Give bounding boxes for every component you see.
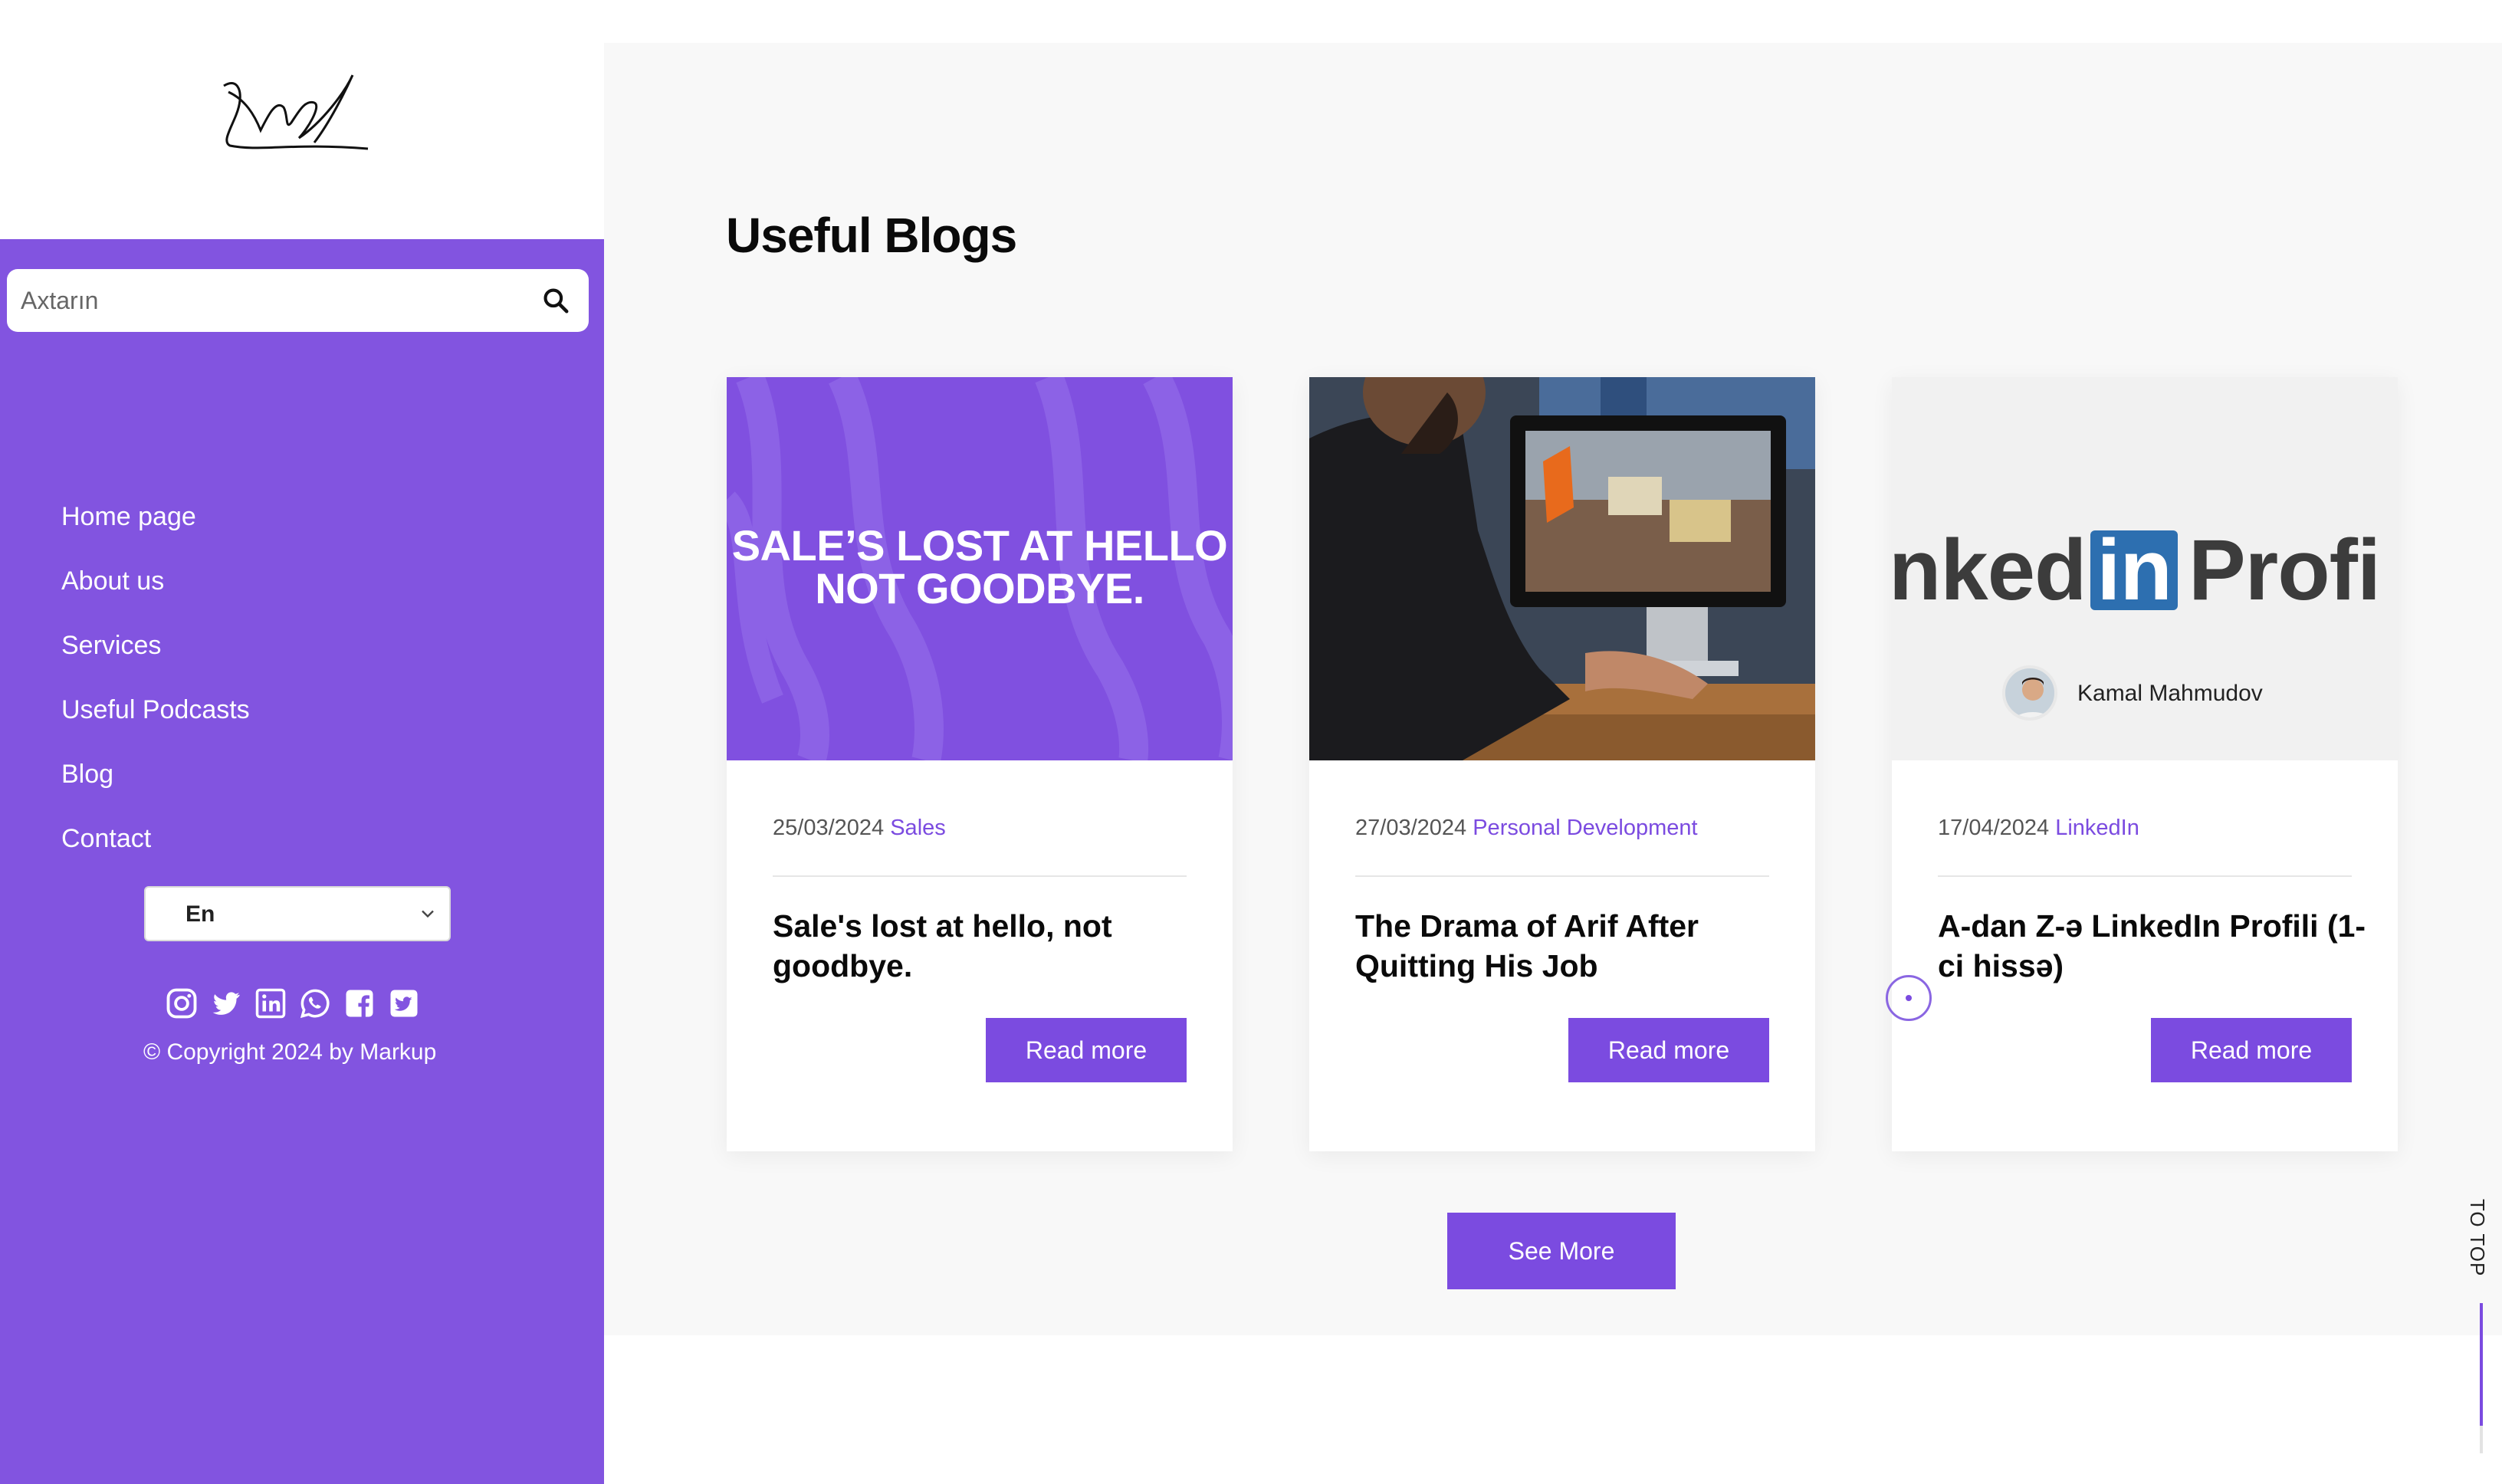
blog-card[interactable]: 27/03/2024 Personal Development The Dram… bbox=[1309, 377, 1815, 1151]
blog-card-title[interactable]: The Drama of Arif After Quitting His Job bbox=[1355, 906, 1785, 986]
signature-logo[interactable] bbox=[215, 69, 383, 161]
read-more-button[interactable]: Read more bbox=[2151, 1018, 2352, 1082]
blog-card[interactable]: SALE’S LOST AT HELLO NOT GOODBYE. 25/03/… bbox=[727, 377, 1233, 1151]
page-title: Useful Blogs bbox=[726, 208, 1017, 263]
blog-card-image[interactable]: SALE’S LOST AT HELLO NOT GOODBYE. bbox=[727, 377, 1233, 760]
nav-item-blog[interactable]: Blog bbox=[61, 749, 250, 813]
search-icon[interactable] bbox=[541, 286, 570, 315]
banner-text-left: nked bbox=[1892, 522, 2087, 618]
avatar bbox=[2002, 665, 2057, 721]
blog-card-category[interactable]: Sales bbox=[890, 816, 946, 840]
blog-card-category[interactable]: Personal Development bbox=[1473, 816, 1697, 840]
blog-card-date: 27/03/2024 bbox=[1355, 816, 1467, 840]
nav-item-services[interactable]: Services bbox=[61, 620, 250, 685]
blog-card-image-caption: SALE’S LOST AT HELLO NOT GOODBYE. bbox=[727, 524, 1233, 610]
copyright-brand-link[interactable]: Markup bbox=[360, 1039, 436, 1065]
banner-text-right: Profi bbox=[2188, 522, 2381, 618]
blog-card-meta: 27/03/2024 Personal Development bbox=[1355, 816, 1698, 841]
nav-item-contact[interactable]: Contact bbox=[61, 813, 250, 878]
author-name: Kamal Mahmudov bbox=[2077, 681, 2263, 706]
nav-item-home[interactable]: Home page bbox=[61, 491, 250, 556]
logo-area bbox=[0, 0, 604, 239]
copyright: © Copyright 2024 by Markup bbox=[143, 1039, 436, 1065]
whatsapp-icon[interactable] bbox=[299, 987, 331, 1019]
image-caption-line1: SALE’S LOST AT HELLO bbox=[731, 521, 1228, 570]
scroll-progress-track bbox=[2480, 1426, 2483, 1453]
twitter-square-icon[interactable] bbox=[388, 987, 420, 1019]
read-more-button[interactable]: Read more bbox=[986, 1018, 1187, 1082]
blog-card-title[interactable]: Sale's lost at hello, not goodbye. bbox=[773, 906, 1202, 986]
scroll-progress-bar bbox=[2480, 1303, 2483, 1426]
nav-item-about[interactable]: About us bbox=[61, 556, 250, 620]
facebook-icon[interactable] bbox=[343, 987, 376, 1019]
sidebar: Home page About us Services Useful Podca… bbox=[0, 0, 604, 1484]
language-selected: En bbox=[186, 901, 215, 927]
blog-card-date: 17/04/2024 bbox=[1938, 816, 2050, 840]
linkedin-icon[interactable] bbox=[254, 987, 287, 1019]
sidebar-nav: Home page About us Services Useful Podca… bbox=[61, 491, 250, 878]
linkedin-banner-text: nked in Profi bbox=[1892, 527, 2381, 613]
blog-card-image[interactable]: nked in Profi Kamal Mahmudov bbox=[1892, 377, 2398, 760]
search-box bbox=[7, 269, 589, 332]
blog-card-meta: 25/03/2024 Sales bbox=[773, 816, 946, 841]
blog-card-meta: 17/04/2024 LinkedIn bbox=[1938, 816, 2139, 841]
divider bbox=[1938, 875, 2352, 877]
instagram-icon[interactable] bbox=[166, 987, 198, 1019]
chevron-down-icon bbox=[422, 910, 434, 918]
see-more-button[interactable]: See More bbox=[1447, 1213, 1676, 1289]
copyright-text: © Copyright 2024 by bbox=[143, 1039, 360, 1065]
search-input[interactable] bbox=[21, 269, 527, 332]
blog-card-date: 25/03/2024 bbox=[773, 816, 885, 840]
to-top-link[interactable]: TO TOP bbox=[2465, 1199, 2489, 1276]
blog-card-title[interactable]: A-dan Z-ə LinkedIn Profili (1-ci hissə) bbox=[1938, 906, 2367, 986]
social-links bbox=[166, 987, 420, 1019]
blog-card-image[interactable] bbox=[1309, 377, 1815, 760]
language-select[interactable]: En bbox=[144, 886, 451, 941]
image-caption-line2: NOT GOODBYE. bbox=[815, 564, 1144, 612]
linkedin-badge-icon: in bbox=[2090, 527, 2178, 613]
blog-card[interactable]: nked in Profi Kamal Mahmudov 17/04/2024 Li… bbox=[1892, 377, 2398, 1151]
blog-card-category[interactable]: LinkedIn bbox=[2055, 816, 2139, 840]
read-more-button[interactable]: Read more bbox=[1568, 1018, 1769, 1082]
divider bbox=[773, 875, 1187, 877]
twitter-icon[interactable] bbox=[210, 987, 242, 1019]
custom-cursor bbox=[1886, 975, 1932, 1021]
nav-item-podcasts[interactable]: Useful Podcasts bbox=[61, 685, 250, 749]
divider bbox=[1355, 875, 1769, 877]
